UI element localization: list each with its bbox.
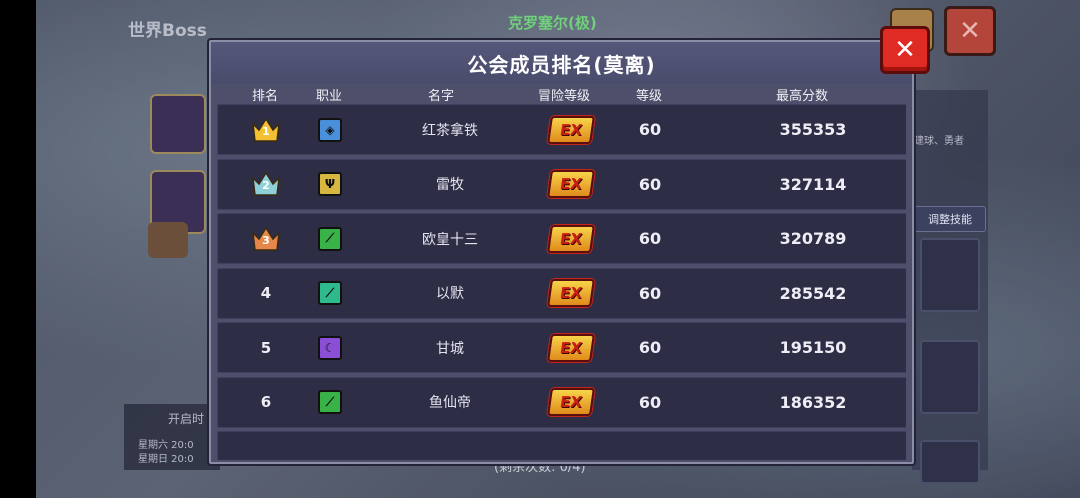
col-level: 等级 bbox=[635, 89, 663, 104]
ranking-row-partial[interactable] bbox=[217, 431, 906, 460]
close-button[interactable]: ✕ bbox=[880, 26, 930, 74]
member-name: 雷牧 bbox=[436, 177, 464, 193]
rank-number: 2 bbox=[262, 179, 270, 192]
adventure-level-text: EX bbox=[558, 338, 584, 357]
rank-number: 6 bbox=[260, 393, 272, 411]
member-level: 60 bbox=[638, 338, 662, 357]
ranking-row[interactable]: 2 Ψ 雷牧 EX 60 327114 bbox=[217, 158, 906, 210]
member-name: 以默 bbox=[436, 286, 464, 302]
job-cell: Ψ bbox=[306, 160, 354, 209]
skill-slot[interactable] bbox=[920, 238, 980, 312]
column-headers: 排名 职业 名字 冒险等级 等级 最高分数 bbox=[211, 84, 912, 104]
rank-number: 3 bbox=[262, 233, 270, 247]
adventure-level-text: EX bbox=[558, 120, 584, 139]
tune-skill-button[interactable]: 调整技能 bbox=[914, 206, 986, 232]
rank-crown-icon: 3 bbox=[242, 214, 290, 263]
member-level: 60 bbox=[638, 174, 662, 194]
shield-icon: ◈ bbox=[318, 117, 342, 142]
sword-icon: ⟋ bbox=[318, 281, 342, 305]
job-cell: ⟋ bbox=[306, 214, 354, 263]
moon-icon: ☾ bbox=[318, 335, 342, 360]
member-level: 60 bbox=[638, 229, 662, 248]
rank-number: 5 bbox=[260, 338, 272, 357]
background-close-button[interactable]: ✕ bbox=[944, 6, 996, 56]
ex-badge-icon: EX bbox=[547, 170, 595, 198]
skill-slot[interactable] bbox=[920, 340, 980, 414]
job-cell: ◈ bbox=[306, 105, 354, 154]
boss-name: 克罗塞尔(极) bbox=[508, 14, 597, 32]
dialog-header: 公会成员排名(莫离) bbox=[211, 42, 912, 84]
col-best-score: 最高分数 bbox=[775, 89, 829, 104]
ex-badge-icon: EX bbox=[547, 224, 595, 253]
adventure-level-text: EX bbox=[558, 175, 584, 193]
sword-icon: ⟋ bbox=[318, 226, 342, 251]
ranking-row[interactable]: 3 ⟋ 欧皇十三 EX 60 320789 bbox=[217, 213, 906, 264]
best-score: 327114 bbox=[779, 174, 847, 194]
guild-ranking-dialog: 公会成员排名(莫离) 排名 职业 名字 冒险等级 等级 最高分数 1 ◈ 红茶拿铁 E… bbox=[209, 40, 914, 464]
col-rank: 排名 bbox=[251, 89, 279, 104]
ex-badge-icon: EX bbox=[547, 279, 595, 307]
best-score: 285542 bbox=[779, 283, 847, 303]
rank-number: 1 bbox=[262, 124, 270, 138]
side-text: 建球、勇者 bbox=[914, 136, 964, 147]
best-score: 320789 bbox=[779, 229, 847, 248]
ranking-row[interactable]: 5 ☾ 甘城 EX 60 195150 bbox=[217, 322, 906, 373]
dialog-title: 公会成员排名(莫离) bbox=[467, 52, 656, 77]
adventure-level-cell: EX bbox=[528, 160, 614, 209]
ranking-list[interactable]: 1 ◈ 红茶拿铁 EX 60 355353 2 Ψ 雷牧 EX 60 327114 3 ⟋ 欧皇十三 EX 60… bbox=[217, 104, 906, 460]
skill-slot[interactable] bbox=[920, 440, 980, 484]
adventure-level-text: EX bbox=[558, 229, 584, 248]
member-level: 60 bbox=[638, 283, 662, 303]
job-cell: ⟋ bbox=[306, 269, 354, 318]
adventure-level-cell: EX bbox=[528, 105, 614, 154]
ranking-row[interactable]: 6 ⟋ 鱼仙帝 EX 60 186352 bbox=[217, 376, 906, 428]
member-level: 60 bbox=[638, 392, 662, 412]
col-name: 名字 bbox=[427, 89, 455, 104]
world-boss-title: 世界Boss bbox=[128, 21, 207, 41]
ranking-row[interactable]: 1 ◈ 红茶拿铁 EX 60 355353 bbox=[217, 104, 906, 155]
member-level: 60 bbox=[638, 120, 662, 139]
participation-reward-tab[interactable] bbox=[148, 222, 188, 258]
ex-badge-icon: EX bbox=[547, 333, 595, 362]
job-cell: ☾ bbox=[306, 323, 354, 372]
best-score: 195150 bbox=[779, 338, 847, 357]
rank-crown-icon: 1 bbox=[242, 105, 290, 154]
adventure-level-text: EX bbox=[558, 284, 584, 302]
schedule-heading: 开启时 bbox=[168, 412, 205, 426]
rank-number: 4 bbox=[260, 284, 272, 302]
personal-rank-tab[interactable] bbox=[150, 94, 206, 154]
adventure-level-text: EX bbox=[558, 393, 584, 411]
job-cell: ⟋ bbox=[306, 378, 354, 427]
member-name: 甘城 bbox=[436, 340, 464, 357]
adventure-level-cell: EX bbox=[528, 378, 614, 427]
member-name: 鱼仙帝 bbox=[429, 395, 471, 411]
ex-badge-icon: EX bbox=[547, 388, 595, 416]
rank-crown-icon: 2 bbox=[242, 160, 290, 209]
staff-icon: Ψ bbox=[318, 172, 342, 196]
member-name: 欧皇十三 bbox=[422, 231, 478, 248]
col-adventure-level: 冒险等级 bbox=[537, 89, 591, 104]
col-job: 职业 bbox=[315, 89, 343, 104]
best-score: 186352 bbox=[779, 392, 847, 412]
schedule-line-2: 星期日 20:0 bbox=[138, 454, 194, 465]
adventure-level-cell: EX bbox=[528, 323, 614, 372]
ranking-row[interactable]: 4 ⟋ 以默 EX 60 285542 bbox=[217, 267, 906, 319]
ex-badge-icon: EX bbox=[547, 115, 595, 144]
adventure-level-cell: EX bbox=[528, 269, 614, 318]
member-name: 红茶拿铁 bbox=[422, 122, 478, 139]
adventure-level-cell: EX bbox=[528, 214, 614, 263]
schedule-line-1: 星期六 20:0 bbox=[138, 440, 194, 451]
best-score: 355353 bbox=[779, 120, 847, 139]
sword-icon: ⟋ bbox=[318, 390, 342, 414]
